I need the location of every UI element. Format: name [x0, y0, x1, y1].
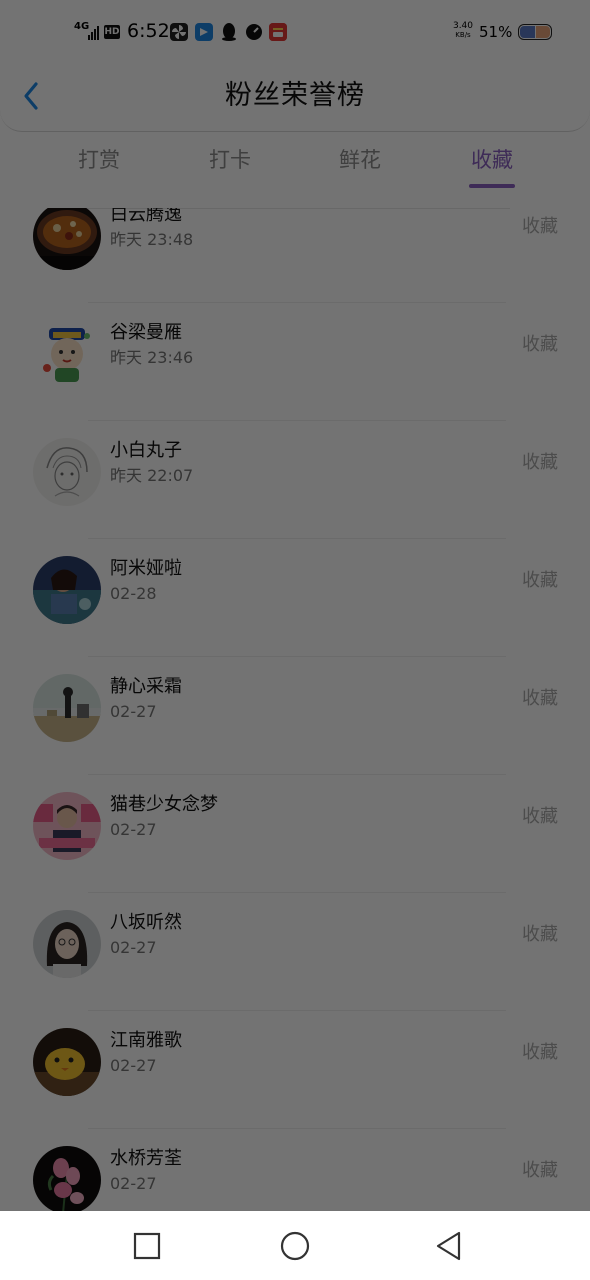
fan-icon — [170, 23, 188, 41]
pink-flower-avatar — [33, 1146, 101, 1211]
nav-back-button[interactable] — [429, 1227, 469, 1265]
shield-app-icon — [195, 23, 213, 41]
favorite-label: 收藏 — [522, 452, 558, 473]
favorite-label: 收藏 — [522, 216, 558, 237]
food-avatar — [33, 208, 101, 270]
fan-name: 八坂听然 — [110, 912, 182, 933]
girl-portrait-avatar — [33, 910, 101, 978]
divider — [88, 892, 506, 893]
signal-icon — [88, 24, 102, 40]
speed-dial-icon — [245, 23, 263, 41]
tab-tip[interactable]: 打赏 — [72, 144, 126, 196]
divider — [88, 656, 506, 657]
circle-icon — [280, 1231, 310, 1261]
favorite-label: 收藏 — [522, 806, 558, 827]
fan-name: 谷梁曼雁 — [110, 322, 182, 343]
fan-date: 02-28 — [110, 584, 157, 603]
yellow-chick-avatar — [33, 1028, 101, 1096]
speed-unit: KB/s — [455, 31, 471, 39]
divider — [88, 538, 506, 539]
fan-name: 猫巷少女念梦 — [110, 794, 218, 815]
fan-name: 阿米娅啦 — [110, 558, 182, 579]
list-item[interactable]: 水桥芳荃 02-27 收藏 — [0, 1146, 590, 1211]
divider — [88, 1010, 506, 1011]
battery-percent: 51% — [479, 23, 513, 41]
fan-name: 小白丸子 — [110, 440, 182, 461]
divider — [88, 1128, 506, 1129]
triangle-back-icon — [436, 1231, 461, 1261]
beach-avatar — [33, 674, 101, 742]
favorite-label: 收藏 — [522, 334, 558, 355]
tab-favorites[interactable]: 收藏 — [465, 144, 519, 196]
fan-date: 02-27 — [110, 1056, 157, 1075]
news-app-icon — [269, 23, 287, 41]
divider — [88, 420, 506, 421]
fan-name: 白云腾逸 — [110, 208, 182, 225]
divider — [88, 774, 506, 775]
network-type: 4G — [74, 21, 90, 32]
fan-list[interactable]: 白云腾逸 昨天 23:48 收藏 谷梁曼雁 昨天 23:46 收藏 小白丸子 昨… — [0, 208, 590, 1211]
photo-avatar — [33, 556, 101, 624]
app-screen: 4G HD 6:52 3.40 KB/s 51% 粉丝荣誉榜 打赏 打卡 鲜花 … — [0, 0, 590, 1211]
favorite-label: 收藏 — [522, 688, 558, 709]
qq-penguin-icon — [220, 23, 238, 41]
active-tab-indicator — [469, 184, 515, 188]
fan-date: 昨天 22:07 — [110, 466, 194, 485]
tab-label: 打卡 — [209, 148, 251, 172]
fan-date: 02-27 — [110, 820, 157, 839]
clock: 6:52 — [127, 20, 170, 42]
fan-date: 02-27 — [110, 938, 157, 957]
top-bar: 粉丝荣誉榜 — [0, 56, 590, 132]
favorite-label: 收藏 — [522, 924, 558, 945]
sketch-avatar — [33, 438, 101, 506]
fan-date: 02-27 — [110, 702, 157, 721]
fan-date: 02-27 — [110, 1174, 157, 1193]
speed-value: 3.40 — [452, 21, 474, 31]
home-button[interactable] — [275, 1227, 315, 1265]
tab-flowers[interactable]: 鲜花 — [333, 144, 387, 196]
network-speed: 3.40 KB/s — [451, 22, 475, 40]
fan-name: 静心采霜 — [110, 676, 182, 697]
page-title: 粉丝荣誉榜 — [225, 80, 365, 111]
tab-label: 鲜花 — [339, 148, 381, 172]
fan-name: 水桥芳荃 — [110, 1148, 182, 1169]
tab-bar: 打赏 打卡 鲜花 收藏 — [0, 132, 590, 208]
favorite-label: 收藏 — [522, 1160, 558, 1181]
recent-apps-button[interactable] — [127, 1227, 167, 1265]
tab-label: 打赏 — [78, 148, 120, 172]
tab-label: 收藏 — [471, 148, 513, 172]
tab-checkin[interactable]: 打卡 — [203, 144, 257, 196]
hd-badge: HD — [104, 25, 120, 39]
fan-name: 江南雅歌 — [110, 1030, 182, 1051]
fan-date: 昨天 23:46 — [110, 348, 194, 367]
divider — [88, 302, 506, 303]
status-bar: 4G HD 6:52 3.40 KB/s 51% — [0, 0, 590, 56]
list-item[interactable]: 白云腾逸 昨天 23:48 收藏 — [0, 208, 590, 320]
square-icon — [133, 1232, 161, 1260]
favorite-label: 收藏 — [522, 1042, 558, 1063]
favorite-label: 收藏 — [522, 570, 558, 591]
battery-icon — [518, 24, 552, 40]
fan-date: 昨天 23:48 — [110, 230, 194, 249]
system-nav-bar — [0, 1211, 590, 1280]
cartoon-avatar — [33, 320, 101, 388]
pink-poster-avatar — [33, 792, 101, 860]
